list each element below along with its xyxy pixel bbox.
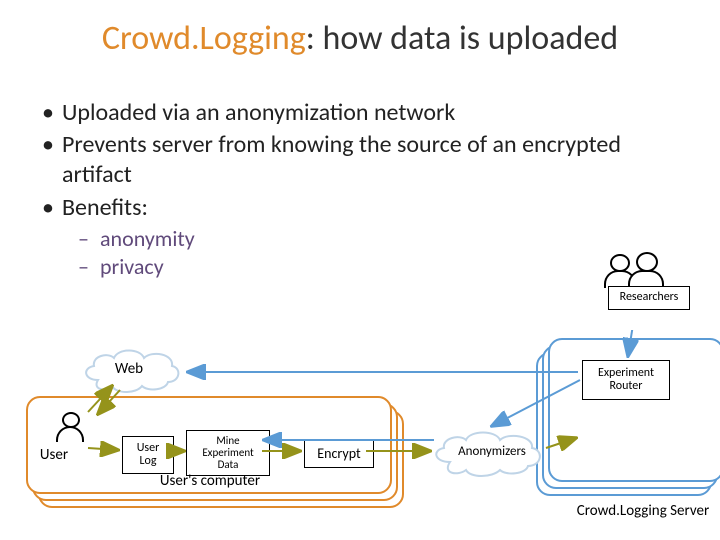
user-label: User xyxy=(32,446,76,464)
bullet-3b: privacy xyxy=(78,253,678,281)
researchers-label: Researchers xyxy=(608,286,690,310)
slide-title: Crowd.Logging: how data is uploaded xyxy=(0,18,720,59)
server-label: Crowd.Logging Server xyxy=(558,502,720,520)
mine-data-box: Mine Experiment Data xyxy=(186,430,270,476)
slide: Crowd.Logging: how data is uploaded Uplo… xyxy=(0,0,720,540)
bullet-3: Benefits: xyxy=(38,193,678,223)
web-label: Web xyxy=(104,360,154,378)
users-computer-label: User's computer xyxy=(140,472,280,490)
diagram: Web Experiment Router Anonymizers User U… xyxy=(0,330,720,540)
experiment-router-box: Experiment Router xyxy=(582,360,670,400)
bullet-list: Uploaded via an anonymization network Pr… xyxy=(38,98,678,280)
anonymizers-label: Anonymizers xyxy=(448,444,536,459)
user-log-box: User Log xyxy=(122,436,174,474)
bullet-1: Uploaded via an anonymization network xyxy=(38,98,678,128)
title-rest: : how data is uploaded xyxy=(306,18,618,59)
user-icon xyxy=(56,412,86,442)
bullet-3a: anonymity xyxy=(78,225,678,253)
title-brand: Crowd.Logging xyxy=(102,18,306,59)
bullet-2: Prevents server from knowing the source … xyxy=(38,130,678,190)
encrypt-box: Encrypt xyxy=(304,440,374,468)
